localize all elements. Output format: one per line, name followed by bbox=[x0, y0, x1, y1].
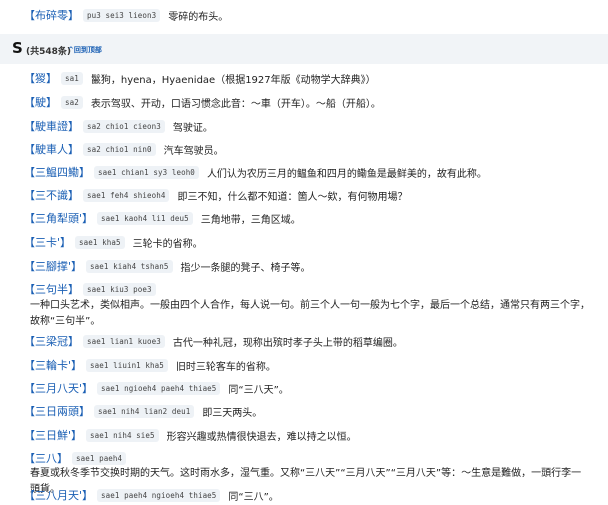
pronunciation-tag: sae1 kha5 bbox=[75, 235, 125, 249]
entry-word-link[interactable]: 三句半 bbox=[35, 281, 68, 297]
entry-word-link[interactable]: 三梁冠 bbox=[35, 333, 68, 349]
entry-definition: 古代一种礼冠，现称出殡时孝子头上带的稻草编圈。 bbox=[172, 337, 403, 349]
pronunciation-tag: sae1 kiah4 tshan5 bbox=[86, 259, 173, 273]
dict-entry: 【三鰛四鰳】 sae1 chian1 sy3 leoh0 人们认为农历三月的鳁鱼… bbox=[24, 164, 487, 180]
pronunciation-tag: sae1 kaoh4 li1 deu5 bbox=[97, 211, 193, 225]
dict-entry: 【三不識】 sae1 feh4 shieoh4 即三不知，什么都不知道：箇人～欸… bbox=[24, 187, 408, 203]
entry-definition: 一种口头艺术，类似相声。一般由四个人合作，每人说一句。前三个人一句一般为七个字，… bbox=[30, 300, 590, 327]
entry-definition: 汽车驾驶员。 bbox=[163, 145, 224, 157]
dict-entry: 【三月八天'】 sae1 ngioeh4 paeh4 thiae5 同“三八天”… bbox=[24, 380, 289, 396]
dict-entry: 【布碎零】 pu3 sei3 lieon3 零碎的布头。 bbox=[24, 7, 229, 23]
entry-word-link[interactable]: 三八月天' bbox=[35, 487, 82, 503]
pronunciation-tag: sae1 feh4 shieoh4 bbox=[83, 188, 170, 202]
section-letter: S bbox=[12, 39, 23, 57]
entry-definition: 旧时三轮客车的省称。 bbox=[175, 361, 276, 373]
entry-word-link[interactable]: 三日鮮' bbox=[35, 427, 71, 443]
entry-word-link[interactable]: 三八 bbox=[35, 450, 57, 466]
entry-word-link[interactable]: 三卡' bbox=[35, 234, 60, 250]
entry-definition: 形容兴趣或热情很快退去，难以持之以恒。 bbox=[166, 431, 357, 443]
entry-definition: 零碎的布头。 bbox=[168, 11, 229, 23]
dict-entry: 【三角犁頭'】 sae1 kaoh4 li1 deu5 三角地带，三角区域。 bbox=[24, 210, 301, 226]
entry-definition: 表示驾驭、开动，口语习惯念此音：～車（开车）。～船（开船）。 bbox=[90, 98, 381, 110]
pronunciation-tag: sae1 kiu3 poe3 bbox=[83, 282, 156, 296]
pronunciation-tag: sae1 paeh4 bbox=[72, 451, 127, 465]
entry-word-link[interactable]: 布碎零 bbox=[35, 7, 68, 23]
dict-entry: 【猣】 sa1 鬣狗，hyena，Hyaenidae（根据1927年版《动物学大… bbox=[24, 70, 376, 86]
pronunciation-tag: sae1 lian1 kuoe3 bbox=[83, 334, 165, 348]
entry-definition: 驾驶证。 bbox=[172, 122, 213, 134]
pronunciation-tag: sae1 liuin1 kha5 bbox=[86, 358, 168, 372]
pronunciation-tag: sa2 chio1 cieon3 bbox=[83, 119, 165, 133]
entry-word-link[interactable]: 駛車證 bbox=[35, 118, 68, 134]
dict-entry: 【三句半】 sae1 kiu3 poe3 bbox=[24, 279, 164, 299]
dict-entry: 【駛車證】 sa2 chio1 cieon3 驾驶证。 bbox=[24, 118, 213, 134]
dict-entry: 【三八月天'】 sae1 paeh4 ngioeh4 thiae5 同“三八”。 bbox=[24, 487, 279, 503]
dict-entry: 【三八】 sae1 paeh4 bbox=[24, 448, 134, 468]
entry-definition: 指少一条腿的凳子、椅子等。 bbox=[180, 262, 311, 274]
pronunciation-tag: sae1 ngioeh4 paeh4 thiae5 bbox=[97, 381, 221, 395]
entry-word-link[interactable]: 三角犁頭' bbox=[35, 210, 82, 226]
entry-definition: 人们认为农历三月的鳁鱼和四月的鳓鱼是最鲜美的，故有此称。 bbox=[206, 168, 487, 180]
pronunciation-tag: sa1 bbox=[61, 71, 83, 85]
pronunciation-tag: sa2 bbox=[61, 95, 83, 109]
entry-definition: 即三天两头。 bbox=[202, 407, 263, 419]
entry-word-link[interactable]: 三鰛四鰳 bbox=[35, 164, 79, 180]
entry-word-link[interactable]: 駛 bbox=[35, 94, 46, 110]
entry-word-link[interactable]: 三月八天' bbox=[35, 380, 82, 396]
section-header: S (共548条) ^回到顶部 bbox=[0, 34, 608, 64]
entry-word-link[interactable]: 三輪卡' bbox=[35, 357, 71, 373]
entry-word-link[interactable]: 駛車人 bbox=[35, 141, 68, 157]
entry-word-link[interactable]: 三不識 bbox=[35, 187, 68, 203]
section-count: (共548条) bbox=[26, 47, 72, 57]
pronunciation-tag: sae1 nih4 lian2 deu1 bbox=[94, 404, 195, 418]
entry-word-link[interactable]: 三日兩頭 bbox=[35, 403, 79, 419]
dict-entry: 【三卡'】 sae1 kha5 三轮卡的省称。 bbox=[24, 234, 203, 250]
entry-word-link[interactable]: 猣 bbox=[35, 70, 46, 86]
pronunciation-tag: sae1 chian1 sy3 leoh0 bbox=[94, 165, 199, 179]
dict-entry: 【駛車人】 sa2 chio1 nin0 汽车驾驶员。 bbox=[24, 141, 224, 157]
dict-entry: 【駛】 sa2 表示驾驭、开动，口语习惯念此音：～車（开车）。～船（开船）。 bbox=[24, 94, 381, 110]
entry-definition: 三角地带，三角区域。 bbox=[200, 214, 301, 226]
pronunciation-tag: sa2 chio1 nin0 bbox=[83, 142, 156, 156]
entry-definition: 同“三八”。 bbox=[228, 491, 279, 503]
entry-definition: 即三不知，什么都不知道：箇人～欸，有何物用場？ bbox=[177, 191, 408, 203]
dict-entry: 【三輪卡'】 sae1 liuin1 kha5 旧时三轮客车的省称。 bbox=[24, 357, 276, 373]
entry-word-link[interactable]: 三腳撑' bbox=[35, 258, 71, 274]
dict-entry: 【三日兩頭】 sae1 nih4 lian2 deu1 即三天两头。 bbox=[24, 403, 263, 419]
entry-definition: 鬣狗，hyena，Hyaenidae（根据1927年版《动物学大辞典》） bbox=[90, 74, 376, 86]
dict-entry: 【三梁冠】 sae1 lian1 kuoe3 古代一种礼冠，现称出殡时孝子头上带… bbox=[24, 333, 403, 349]
dict-entry: 【三日鮮'】 sae1 nih4 sie5 形容兴趣或热情很快退去，难以持之以恒… bbox=[24, 427, 357, 443]
pronunciation-tag: sae1 nih4 sie5 bbox=[86, 428, 159, 442]
dict-entry: 【三腳撑'】 sae1 kiah4 tshan5 指少一条腿的凳子、椅子等。 bbox=[24, 258, 311, 274]
back-to-top-link[interactable]: ^回到顶部 bbox=[68, 45, 102, 55]
pronunciation-tag: pu3 sei3 lieon3 bbox=[83, 8, 161, 22]
entry-definition: 同“三八天”。 bbox=[228, 384, 289, 396]
entry-definition: 三轮卡的省称。 bbox=[132, 238, 203, 250]
